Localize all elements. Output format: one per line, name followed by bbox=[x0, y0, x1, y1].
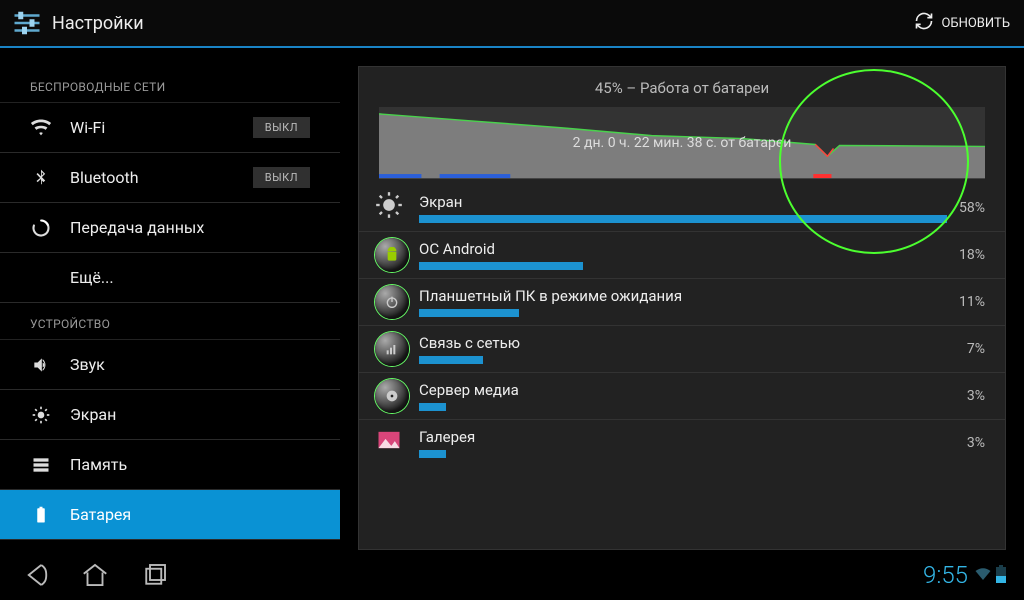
sidebar-item-sound[interactable]: Звук bbox=[0, 340, 340, 390]
sidebar-item-storage[interactable]: Память bbox=[0, 440, 340, 490]
sidebar-item-wifi[interactable]: Wi-Fi ВЫКЛ bbox=[0, 103, 340, 153]
recents-button[interactable] bbox=[138, 558, 172, 592]
app-name: Планшетный ПК в режиме ожидания bbox=[419, 287, 947, 305]
battery-detail-pane: 45% – Работа от батареи 2 дн. 0 ч. 22 ми… bbox=[358, 66, 1006, 550]
bluetooth-icon bbox=[30, 167, 52, 189]
page-title: Настройки bbox=[52, 13, 144, 34]
brightness-icon bbox=[375, 191, 409, 225]
app-name: ОС Android bbox=[419, 240, 947, 258]
section-device: УСТРОЙСТВО bbox=[0, 303, 340, 340]
settings-sidebar: БЕСПРОВОДНЫЕ СЕТИ Wi-Fi ВЫКЛ Bluetooth В… bbox=[0, 48, 340, 550]
app-usage-bar bbox=[419, 262, 583, 270]
sidebar-item-more[interactable]: Ещё... bbox=[0, 253, 340, 303]
sidebar-item-label: Bluetooth bbox=[70, 168, 139, 187]
wifi-toggle[interactable]: ВЫКЛ bbox=[253, 117, 310, 138]
sound-icon bbox=[30, 354, 52, 376]
gallery-icon bbox=[375, 426, 409, 460]
app-usage-bar bbox=[419, 309, 519, 317]
standby-icon bbox=[375, 285, 409, 319]
actionbar: Настройки ОБНОВИТЬ bbox=[0, 0, 1024, 48]
sidebar-item-display[interactable]: Экран bbox=[0, 390, 340, 440]
media-icon bbox=[375, 379, 409, 413]
refresh-label: ОБНОВИТЬ bbox=[941, 16, 1010, 31]
battery-usage-item[interactable]: ОС Android 18% bbox=[359, 231, 1005, 278]
sidebar-item-label: Память bbox=[70, 455, 127, 474]
sidebar-item-label: Ещё... bbox=[70, 268, 114, 287]
battery-chart[interactable]: 2 дн. 0 ч. 22 мин. 38 с. от батареи bbox=[379, 107, 985, 179]
battery-usage-item[interactable]: Планшетный ПК в режиме ожидания 11% bbox=[359, 278, 1005, 325]
app-name: Связь с сетью bbox=[419, 334, 955, 352]
app-percent: 3% bbox=[955, 388, 985, 404]
sidebar-item-label: Передача данных bbox=[70, 218, 204, 237]
app-percent: 58% bbox=[947, 200, 985, 216]
wifi-status-icon bbox=[974, 561, 992, 589]
app-percent: 11% bbox=[947, 294, 985, 310]
back-button[interactable] bbox=[18, 558, 52, 592]
app-name: Сервер медиа bbox=[419, 381, 955, 399]
settings-icon bbox=[10, 6, 44, 40]
sidebar-item-label: Wi-Fi bbox=[70, 118, 105, 137]
app-usage-bar bbox=[419, 450, 446, 458]
battery-usage-item[interactable]: Галерея 3% bbox=[359, 419, 1005, 466]
section-wireless: БЕСПРОВОДНЫЕ СЕТИ bbox=[0, 66, 340, 103]
app-percent: 3% bbox=[955, 435, 985, 451]
battery-usage-item[interactable]: Сервер медиа 3% bbox=[359, 372, 1005, 419]
bluetooth-toggle[interactable]: ВЫКЛ bbox=[253, 167, 310, 188]
app-name: Галерея bbox=[419, 428, 955, 446]
data-usage-icon bbox=[30, 217, 52, 239]
app-percent: 7% bbox=[955, 341, 985, 357]
app-usage-bar bbox=[419, 356, 483, 364]
sidebar-item-label: Батарея bbox=[70, 505, 131, 524]
storage-icon bbox=[30, 454, 52, 476]
signal-icon bbox=[375, 332, 409, 366]
android-icon bbox=[375, 238, 409, 272]
refresh-button[interactable]: ОБНОВИТЬ bbox=[910, 3, 1014, 43]
display-icon bbox=[30, 404, 52, 426]
battery-usage-item[interactable]: Экран 58% bbox=[359, 185, 1005, 231]
app-usage-bar bbox=[419, 215, 947, 223]
app-percent: 18% bbox=[947, 247, 985, 263]
battery-status-icon bbox=[996, 561, 1006, 589]
wifi-icon bbox=[30, 117, 52, 139]
status-clock[interactable]: 9:55 bbox=[923, 561, 1006, 589]
app-name: Экран bbox=[419, 193, 947, 211]
clock-text: 9:55 bbox=[923, 561, 968, 589]
battery-icon bbox=[30, 504, 52, 526]
battery-usage-item[interactable]: Связь с сетью 7% bbox=[359, 325, 1005, 372]
battery-usage-list: Экран 58% ОС Android 18% Планшетный ПК в… bbox=[359, 185, 1005, 549]
home-button[interactable] bbox=[78, 558, 112, 592]
battery-summary: 45% – Работа от батареи bbox=[359, 67, 1005, 107]
sidebar-item-battery[interactable]: Батарея bbox=[0, 490, 340, 540]
sidebar-item-bluetooth[interactable]: Bluetooth ВЫКЛ bbox=[0, 153, 340, 203]
sidebar-item-label: Звук bbox=[70, 355, 105, 374]
sidebar-item-data-usage[interactable]: Передача данных bbox=[0, 203, 340, 253]
sidebar-item-label: Экран bbox=[70, 405, 116, 424]
system-navbar: 9:55 bbox=[0, 550, 1024, 600]
refresh-icon bbox=[914, 11, 934, 35]
app-usage-bar bbox=[419, 403, 446, 411]
